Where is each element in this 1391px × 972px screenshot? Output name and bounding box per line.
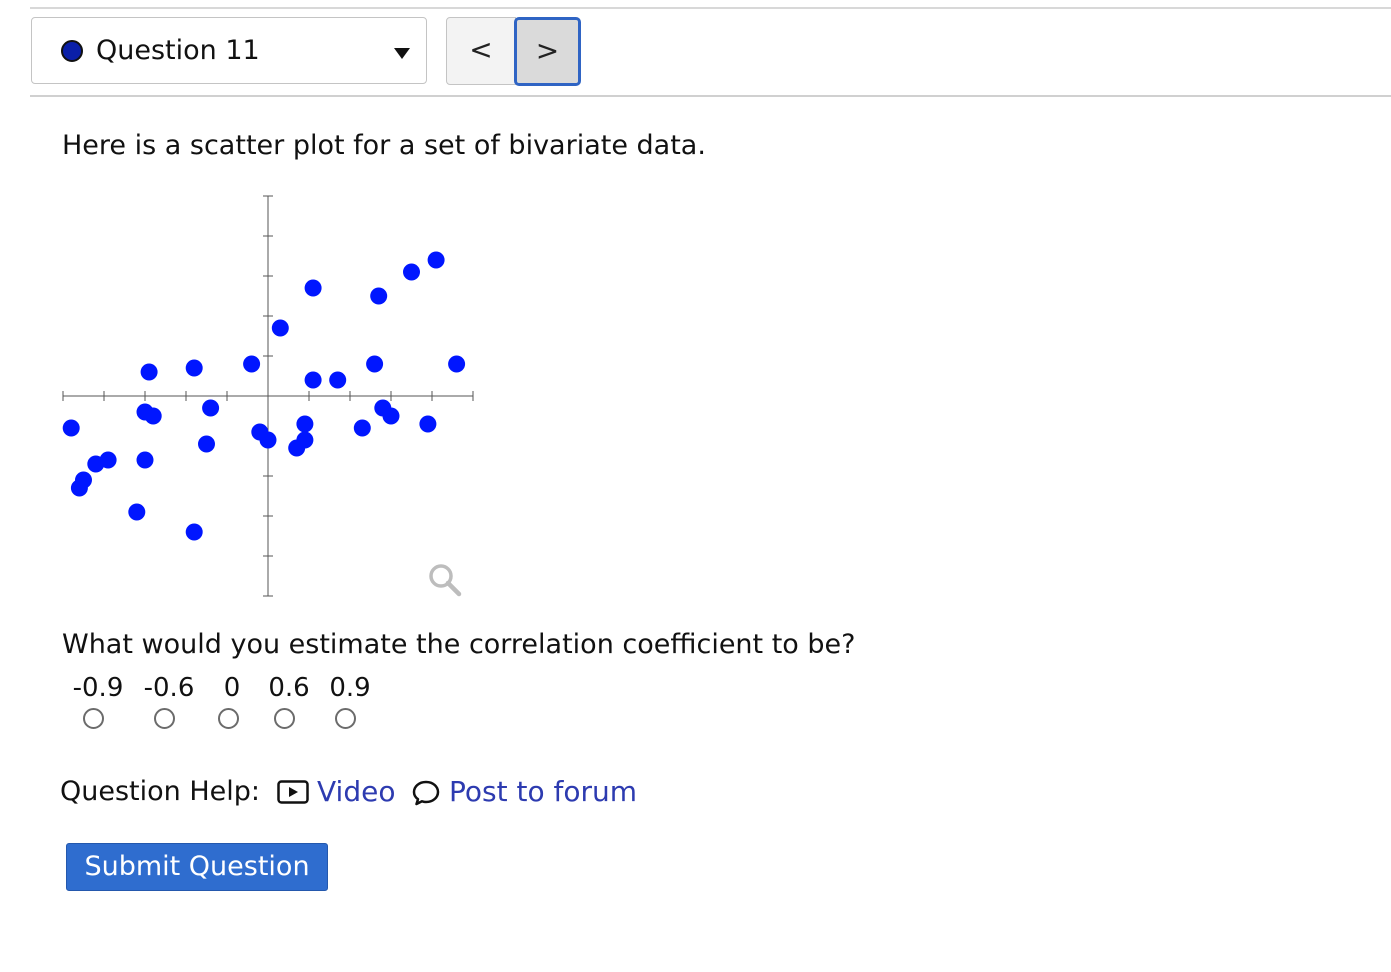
submit-question-button[interactable]: Submit Question: [66, 843, 328, 891]
video-icon[interactable]: [277, 780, 309, 804]
data-point: [403, 263, 420, 281]
data-point: [140, 363, 158, 381]
header-divider: [30, 95, 1391, 97]
radio-button[interactable]: [335, 708, 356, 729]
data-point: [62, 419, 80, 437]
data-point: [185, 359, 203, 377]
choice-label: 0.9: [329, 673, 371, 703]
previous-question-button[interactable]: <: [446, 17, 516, 85]
choice-0-9[interactable]: 0.9: [314, 672, 386, 736]
caret-down-icon: [394, 48, 410, 59]
data-point: [128, 503, 146, 521]
data-point: [144, 407, 162, 425]
data-point: [136, 451, 154, 469]
question-prompt-text: What would you estimate the correlation …: [62, 629, 856, 660]
data-point: [198, 435, 215, 453]
data-point: [296, 415, 314, 433]
choice-neg-0-6[interactable]: -0.6: [133, 672, 205, 736]
question-selector[interactable]: Question 11: [31, 17, 427, 84]
post-to-forum-link[interactable]: Post to forum: [449, 773, 637, 811]
data-point: [243, 355, 261, 373]
chat-bubble-icon[interactable]: [411, 779, 441, 807]
data-point: [296, 431, 314, 449]
data-point: [370, 287, 388, 305]
data-point: [419, 415, 437, 433]
question-help-label: Question Help:: [60, 776, 260, 807]
data-point: [99, 451, 117, 469]
choice-label: -0.6: [143, 673, 195, 703]
data-point: [304, 279, 322, 297]
data-point: [382, 407, 400, 425]
question-status-dot: [61, 40, 83, 62]
radio-button[interactable]: [218, 708, 239, 729]
data-point: [366, 355, 384, 373]
chevron-right-icon: >: [535, 34, 560, 67]
top-divider: [30, 7, 1391, 9]
choice-neg-0-9[interactable]: -0.9: [62, 672, 134, 736]
radio-button[interactable]: [83, 708, 104, 729]
data-point: [202, 399, 220, 417]
data-point: [185, 523, 203, 541]
next-question-button[interactable]: >: [514, 17, 581, 86]
question-intro-text: Here is a scatter plot for a set of biva…: [62, 130, 706, 161]
data-point: [448, 355, 466, 373]
data-point: [353, 419, 371, 437]
data-point: [271, 319, 289, 337]
chevron-left-icon: <: [469, 33, 493, 66]
video-link[interactable]: Video: [317, 773, 395, 811]
choice-label: -0.9: [72, 673, 124, 703]
radio-button[interactable]: [154, 708, 175, 729]
data-point: [75, 471, 92, 489]
question-selector-label: Question 11: [96, 35, 260, 66]
scatter-plot: [62, 195, 474, 597]
data-point: [329, 371, 347, 389]
radio-button[interactable]: [274, 708, 295, 729]
data-point: [427, 251, 445, 269]
magnify-icon[interactable]: [426, 561, 464, 599]
data-point: [304, 371, 322, 389]
question-page: Question 11 < > Here is a scatter plot f…: [0, 0, 1391, 972]
data-point: [259, 431, 277, 449]
